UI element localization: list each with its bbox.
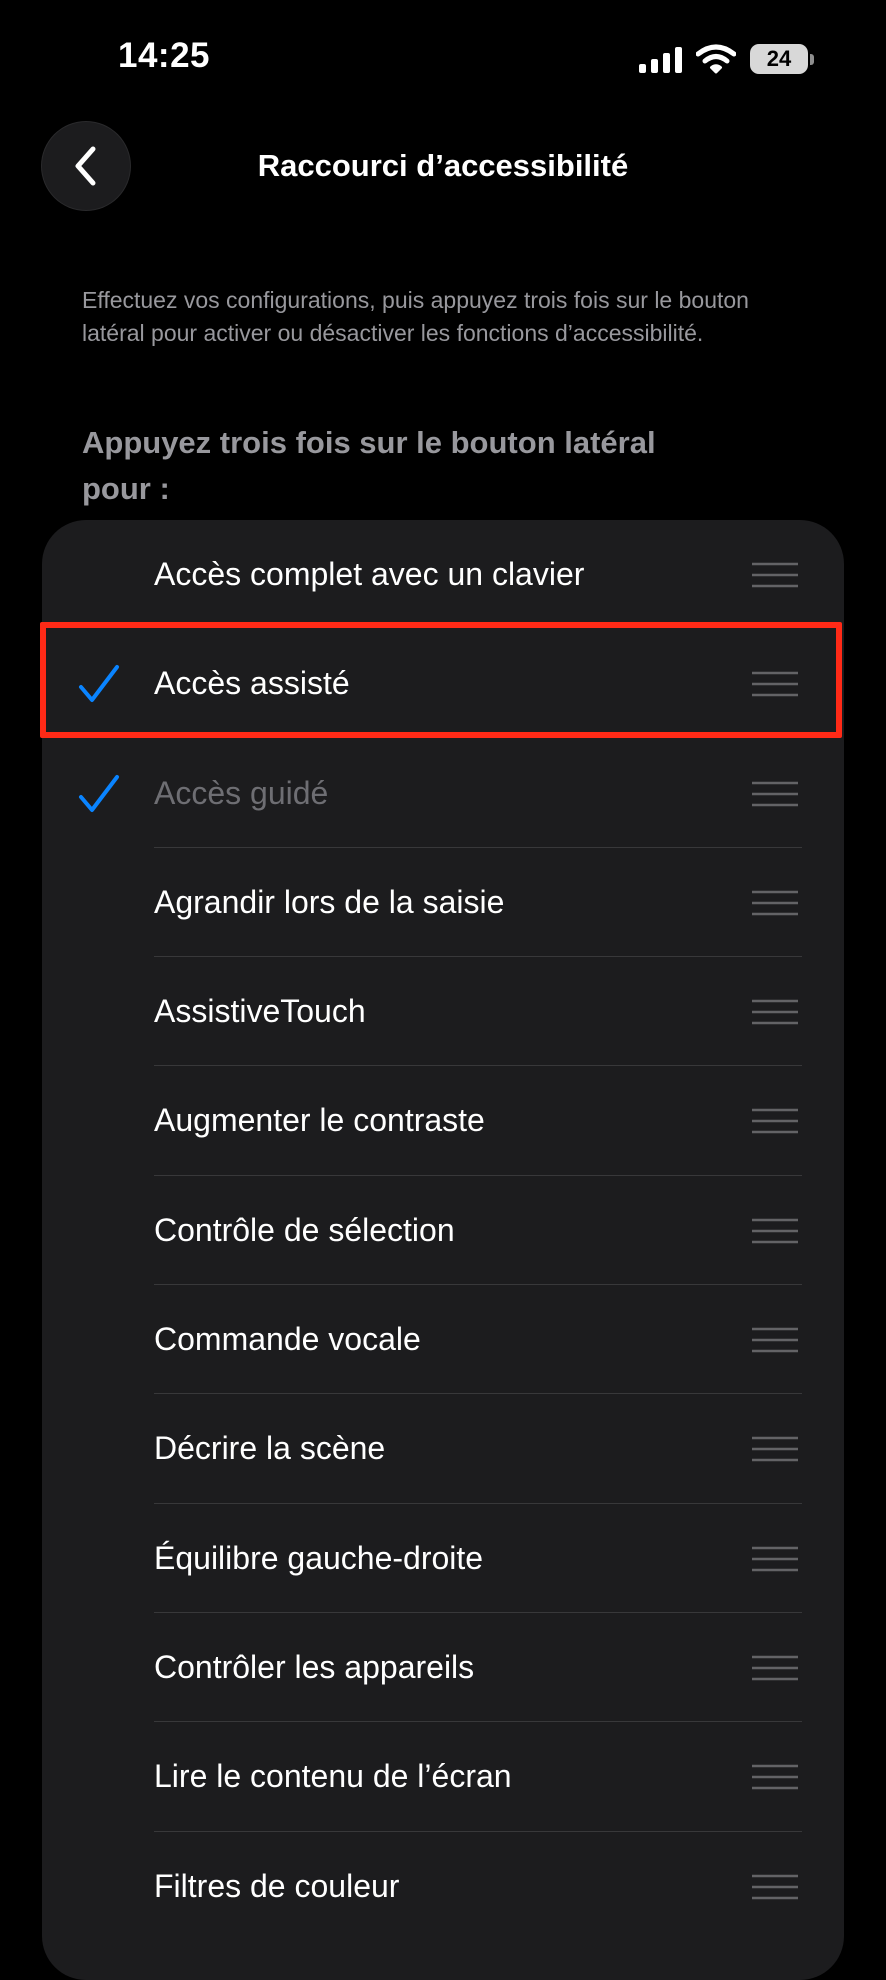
list-item-label: Contrôle de sélection xyxy=(154,1211,455,1248)
reorder-handle-icon[interactable] xyxy=(752,562,798,588)
list-item[interactable]: Contrôler les appareils xyxy=(42,1613,844,1723)
list-item-label: Accès complet avec un clavier xyxy=(154,556,585,592)
list-item[interactable]: Contrôle de sélection xyxy=(42,1176,844,1286)
list-item-label: Filtres de couleur xyxy=(154,1867,400,1904)
list-item[interactable]: Lire le contenu de l’écran xyxy=(42,1722,844,1832)
reorder-handle-icon[interactable] xyxy=(752,1108,798,1134)
nav-bar: Raccourci d’accessibilité xyxy=(0,120,886,220)
description-text: Effectuez vos configurations, puis appuy… xyxy=(82,287,749,346)
list-item[interactable]: Accès guidé xyxy=(42,739,844,849)
wifi-icon xyxy=(696,44,736,74)
list-item[interactable]: Agrandir lors de la saisie xyxy=(42,848,844,958)
list-item[interactable]: Accès assisté xyxy=(42,629,844,738)
list-item[interactable]: AssistiveTouch xyxy=(42,957,844,1067)
list-item-label: Agrandir lors de la saisie xyxy=(154,883,505,920)
reorder-handle-icon[interactable] xyxy=(752,1327,798,1353)
shortcut-list: Accès complet avec un clavier Accès assis… xyxy=(42,520,844,1980)
list-item-label: Accès guidé xyxy=(154,774,329,811)
list-item[interactable]: Accès complet avec un clavier xyxy=(42,520,844,629)
list-item-label: Contrôler les appareils xyxy=(154,1648,475,1685)
list-item[interactable]: Décrire la scène xyxy=(42,1394,844,1504)
list-item-label: Commande vocale xyxy=(154,1321,421,1358)
status-icons: 24 xyxy=(639,42,814,76)
status-bar: 14:25 24 xyxy=(0,0,886,120)
reorder-handle-icon[interactable] xyxy=(752,1874,798,1900)
reorder-handle-icon[interactable] xyxy=(752,781,798,807)
checkmark-icon xyxy=(78,773,120,815)
list-item-label: Augmenter le contraste xyxy=(154,1102,485,1139)
status-time: 14:25 xyxy=(118,36,211,75)
list-item-label: AssistiveTouch xyxy=(154,993,366,1030)
list-item[interactable]: Augmenter le contraste xyxy=(42,1066,844,1177)
reorder-handle-icon[interactable] xyxy=(752,999,798,1025)
list-item-label: Lire le contenu de l’écran xyxy=(154,1758,512,1795)
page-title: Raccourci d’accessibilité xyxy=(257,148,629,183)
list-item[interactable]: Commande vocale xyxy=(42,1285,844,1395)
list-item-label: Décrire la scène xyxy=(154,1430,386,1467)
reorder-handle-icon[interactable] xyxy=(752,1764,798,1790)
list-item[interactable]: Équilibre gauche-droite xyxy=(42,1504,844,1614)
checkmark-icon xyxy=(78,663,120,705)
reorder-handle-icon[interactable] xyxy=(752,1546,798,1572)
reorder-handle-icon[interactable] xyxy=(752,671,798,697)
reorder-handle-icon[interactable] xyxy=(752,1436,798,1462)
battery-icon: 24 xyxy=(750,44,814,74)
reorder-handle-icon[interactable] xyxy=(752,1655,798,1681)
list-item-label: Accès assisté xyxy=(154,665,350,702)
battery-level: 24 xyxy=(766,46,792,71)
section-header: Appuyez trois fois sur le bouton latéral… xyxy=(82,425,656,506)
reorder-handle-icon[interactable] xyxy=(752,890,798,916)
signal-icon xyxy=(639,45,682,73)
reorder-handle-icon[interactable] xyxy=(752,1218,798,1244)
list-item-label: Équilibre gauche-droite xyxy=(154,1539,484,1576)
list-item[interactable]: Filtres de couleur xyxy=(42,1832,844,1941)
